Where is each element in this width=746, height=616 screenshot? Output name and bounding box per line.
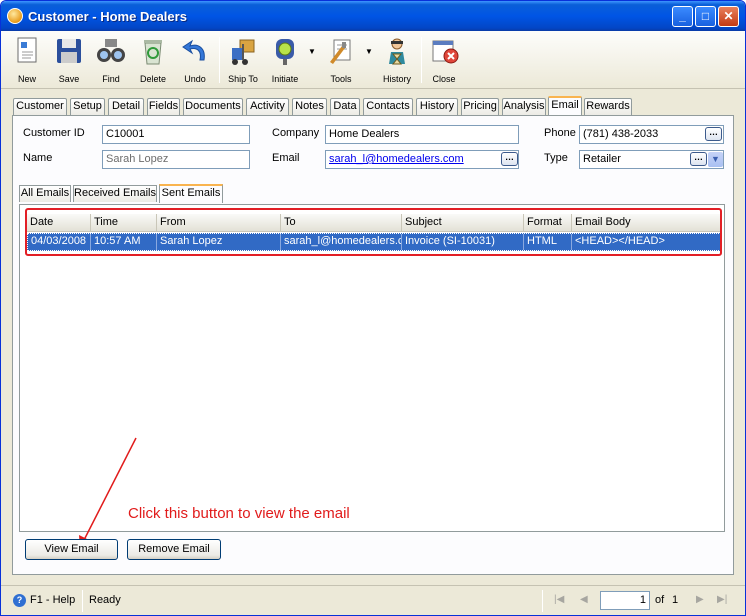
save-label: Save bbox=[58, 74, 80, 84]
type-label: Type bbox=[544, 152, 568, 164]
delete-label: Delete bbox=[139, 74, 166, 84]
remove-email-button[interactable]: Remove Email bbox=[127, 539, 221, 560]
phone-field[interactable]: (781) 438-2033 bbox=[579, 125, 724, 144]
of-label: of bbox=[655, 594, 665, 606]
first-record-icon[interactable]: |◀ bbox=[554, 594, 564, 605]
title-bar[interactable]: Customer - Home Dealers _ □ ✕ bbox=[1, 1, 745, 31]
window-title: Customer - Home Dealers bbox=[28, 9, 187, 24]
customer-id-field[interactable]: C10001 bbox=[102, 125, 250, 144]
tab-sent-emails[interactable]: Sent Emails bbox=[159, 184, 223, 203]
new-document-icon bbox=[12, 36, 42, 66]
delete-button[interactable]: Delete bbox=[131, 34, 175, 86]
tools-icon bbox=[326, 36, 356, 66]
name-label: Name bbox=[23, 152, 53, 164]
email-label: Email bbox=[272, 152, 300, 164]
phone-ellipsis-button[interactable]: … bbox=[705, 127, 722, 141]
initiate-dropdown-arrow[interactable]: ▼ bbox=[308, 47, 316, 56]
tab-data[interactable]: Data bbox=[330, 98, 360, 115]
minimize-button[interactable]: _ bbox=[672, 6, 693, 27]
toolbar-separator bbox=[219, 37, 220, 83]
status-bar: ? F1 - Help Ready |◀ ◀ 1 of 1 ▶ ▶| bbox=[1, 585, 745, 615]
app-icon bbox=[7, 8, 23, 24]
find-label: Find bbox=[102, 74, 120, 84]
tab-all-emails[interactable]: All Emails bbox=[19, 185, 71, 202]
tab-pricing[interactable]: Pricing bbox=[461, 98, 499, 115]
help-icon[interactable]: ? bbox=[13, 594, 26, 607]
tools-label: Tools bbox=[330, 74, 352, 84]
previous-record-icon[interactable]: ◀ bbox=[580, 594, 588, 605]
status-divider bbox=[82, 590, 83, 612]
tab-setup[interactable]: Setup bbox=[70, 98, 105, 115]
tools-dropdown-arrow[interactable]: ▼ bbox=[365, 47, 373, 56]
close-button[interactable]: Close bbox=[422, 34, 466, 86]
view-email-button[interactable]: View Email bbox=[25, 539, 118, 560]
status-divider bbox=[542, 590, 543, 612]
ship-to-label: Ship To bbox=[228, 74, 258, 84]
next-record-icon[interactable]: ▶ bbox=[696, 594, 704, 605]
help-text[interactable]: F1 - Help bbox=[30, 594, 75, 606]
initiate-button[interactable]: Initiate bbox=[263, 34, 307, 86]
new-button[interactable]: New bbox=[5, 34, 49, 86]
tab-rewards[interactable]: Rewards bbox=[584, 98, 632, 115]
tab-analysis[interactable]: Analysis bbox=[502, 98, 546, 115]
tab-activity[interactable]: Activity bbox=[246, 98, 289, 115]
type-dropdown-button[interactable]: ▼ bbox=[708, 152, 723, 167]
email-tab-panel: Customer ID C10001 Name Sarah Lopez Comp… bbox=[12, 115, 734, 575]
recycle-bin-icon bbox=[138, 36, 168, 66]
tab-notes[interactable]: Notes bbox=[292, 98, 327, 115]
maximize-button[interactable]: □ bbox=[695, 6, 716, 27]
ship-to-button[interactable]: Ship To bbox=[221, 34, 265, 86]
page-number-field[interactable]: 1 bbox=[600, 591, 650, 610]
save-button[interactable]: Save bbox=[47, 34, 91, 86]
email-field[interactable]: sarah_l@homedealers.com bbox=[325, 150, 519, 169]
history-button[interactable]: History bbox=[375, 34, 419, 86]
highlight-box bbox=[25, 208, 722, 256]
company-field[interactable]: Home Dealers bbox=[325, 125, 519, 144]
customer-window: Customer - Home Dealers _ □ ✕ New Save F… bbox=[0, 0, 746, 616]
total-pages: 1 bbox=[672, 594, 679, 606]
last-record-icon[interactable]: ▶| bbox=[717, 594, 727, 605]
undo-arrow-icon bbox=[180, 36, 210, 66]
tab-fields[interactable]: Fields bbox=[147, 98, 180, 115]
phone-label: Phone bbox=[544, 127, 576, 139]
customer-id-label: Customer ID bbox=[23, 127, 85, 139]
email-ellipsis-button[interactable]: … bbox=[501, 152, 518, 166]
chevron-down-icon: ▼ bbox=[711, 154, 720, 164]
close-window-icon bbox=[429, 36, 459, 66]
person-hourglass-icon bbox=[382, 36, 412, 66]
tab-customer[interactable]: Customer bbox=[13, 98, 67, 115]
tab-detail[interactable]: Detail bbox=[108, 98, 144, 115]
undo-button[interactable]: Undo bbox=[173, 34, 217, 86]
tab-history[interactable]: History bbox=[416, 98, 458, 115]
type-ellipsis-button[interactable]: … bbox=[690, 152, 707, 166]
forklift-icon bbox=[228, 36, 258, 66]
close-icon: ✕ bbox=[723, 9, 734, 23]
traffic-light-icon bbox=[270, 36, 300, 66]
status-text: Ready bbox=[89, 594, 121, 606]
company-label: Company bbox=[272, 127, 320, 139]
minimize-icon: _ bbox=[679, 9, 686, 23]
annotation-text: Click this button to view the email bbox=[128, 505, 350, 522]
tools-button[interactable]: Tools bbox=[319, 34, 363, 86]
sent-emails-panel: Date Time From To Subject Format Email B… bbox=[19, 204, 725, 532]
history-label: History bbox=[382, 74, 411, 84]
maximize-icon: □ bbox=[701, 9, 710, 23]
binoculars-icon bbox=[96, 36, 126, 66]
undo-label: Undo bbox=[184, 74, 206, 84]
tab-received-emails[interactable]: Received Emails bbox=[73, 185, 157, 202]
toolbar: New Save Find Delete Undo Ship To Initia… bbox=[1, 31, 745, 89]
find-button[interactable]: Find bbox=[89, 34, 133, 86]
close-window-button[interactable]: ✕ bbox=[718, 6, 739, 27]
floppy-disk-icon bbox=[54, 36, 84, 66]
close-label: Close bbox=[432, 74, 456, 84]
name-field[interactable]: Sarah Lopez bbox=[102, 150, 250, 169]
tab-email[interactable]: Email bbox=[548, 96, 582, 116]
initiate-label: Initiate bbox=[271, 74, 299, 84]
tab-contacts[interactable]: Contacts bbox=[363, 98, 413, 115]
new-label: New bbox=[17, 74, 36, 84]
tab-documents[interactable]: Documents bbox=[183, 98, 243, 115]
